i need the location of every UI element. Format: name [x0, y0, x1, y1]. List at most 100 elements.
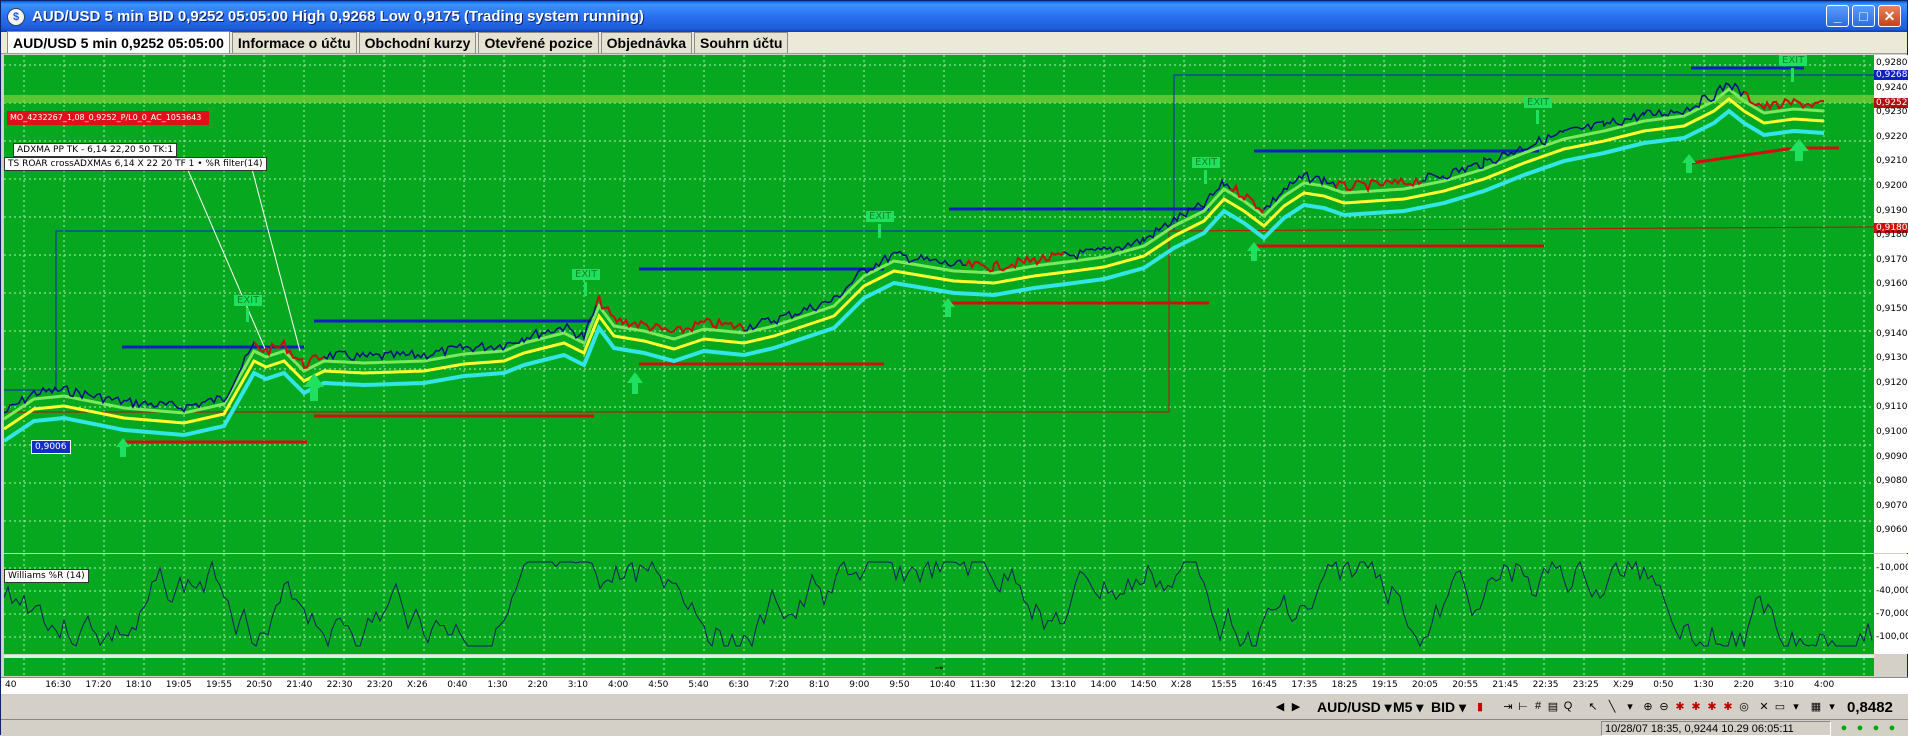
tab-orders[interactable]: Objednávka: [600, 32, 692, 53]
dropdown-icon[interactable]: ▾: [1825, 699, 1839, 713]
exit-signal-label: EXIT: [1524, 97, 1553, 108]
navigator-strip[interactable]: ⊸: [4, 655, 1874, 676]
tab-trading-rates[interactable]: Obchodní kurzy: [358, 32, 477, 53]
timeframe-select[interactable]: M5 ▾: [1393, 698, 1423, 716]
time-axis-label: 20:05: [1412, 680, 1438, 690]
osc-level-label: -10,000: [1876, 563, 1908, 573]
time-axis-label: 6:30: [728, 680, 749, 690]
osc-level-label: -100,00: [1876, 632, 1908, 642]
williams-r-panel[interactable]: Williams %R (14): [4, 554, 1874, 654]
price-axis-label: 0,9240: [1876, 82, 1908, 93]
time-axis-label: 14:00: [1090, 680, 1117, 690]
time-axis-label: 1:30: [487, 680, 508, 690]
scroll-right-icon[interactable]: ▶: [1289, 699, 1303, 713]
price-axis-label: 0,9150: [1876, 304, 1908, 314]
time-axis-label: X:29: [1613, 680, 1634, 690]
grid-icon[interactable]: #: [1531, 699, 1545, 713]
dropdown-icon: ▾: [1380, 698, 1392, 715]
price-chart[interactable]: MO_4232267_1,08_0,9252_P/L0_0_AC_1053643…: [4, 55, 1874, 553]
time-axis-label: 0:40: [447, 680, 468, 690]
tab-account-summary[interactable]: Souhrn účtu: [694, 32, 789, 53]
moving-average-cyan: [4, 108, 1825, 443]
time-axis-label: 4:00: [608, 680, 629, 690]
time-axis-label: 22:30: [326, 680, 353, 690]
time-axis-label: 20:55: [1452, 680, 1479, 690]
time-axis-label: 13:10: [1050, 680, 1077, 690]
dropdown-icon[interactable]: ▾: [1789, 699, 1803, 713]
layout-icon[interactable]: ▦: [1809, 699, 1823, 713]
chart-type-icon[interactable]: ▮: [1473, 699, 1487, 713]
time-axis-label: 23:25: [1572, 680, 1599, 690]
tab-open-positions[interactable]: Otevřené pozice: [478, 32, 599, 53]
zoom-in-icon[interactable]: ⊕: [1641, 699, 1655, 713]
indicator-icon[interactable]: ✱: [1689, 699, 1703, 713]
cursor-icon[interactable]: ⇥: [1501, 699, 1515, 713]
time-axis-label: 18:25: [1331, 680, 1358, 690]
time-axis-label: 16:30: [45, 680, 72, 690]
dropdown-icon[interactable]: ▾: [1623, 699, 1637, 713]
exit-signal-label: EXIT: [234, 295, 263, 306]
time-axis-label: 17:35: [1291, 680, 1318, 690]
time-axis-label: 21:45: [1492, 680, 1519, 690]
time-axis-label: X:26: [407, 680, 428, 690]
maximize-button[interactable]: □: [1852, 5, 1875, 27]
current-price-display: 0,8482: [1847, 698, 1893, 716]
exit-signal-stem: [584, 282, 587, 296]
williams-r-label: Williams %R (14): [4, 569, 89, 583]
globe-icon[interactable]: ◎: [1737, 699, 1751, 713]
time-axis-label: 3:10: [1773, 680, 1795, 690]
connection-status-icon: ●: [1840, 722, 1848, 734]
query-icon[interactable]: Q: [1561, 699, 1575, 713]
time-axis-label: 0:50: [1653, 680, 1674, 690]
open-order-tag[interactable]: MO_4232267_1,08_0,9252_P/L0_0_AC_1053643: [7, 111, 209, 125]
price-axis-label: 0,9060: [1876, 525, 1908, 536]
chart-settings-icon[interactable]: ▤: [1546, 699, 1560, 713]
label-pointer-line: [251, 168, 301, 352]
zoom-out-icon[interactable]: ⊖: [1657, 699, 1671, 713]
indicator-icon[interactable]: ✱: [1673, 699, 1687, 713]
dropdown-icon: ▾: [1412, 698, 1424, 715]
dropdown-icon: ▾: [1455, 698, 1467, 715]
time-axis-label: 18:10: [125, 680, 152, 690]
symbol-select[interactable]: AUD/USD ▾: [1317, 698, 1392, 716]
tab-account-info[interactable]: Informace o účtu: [231, 32, 357, 53]
williams-r-canvas[interactable]: [4, 554, 1874, 654]
time-axis-label: 22:35: [1532, 680, 1559, 690]
indicator-icon[interactable]: ✱: [1721, 699, 1735, 713]
buy-arrow: [1789, 139, 1809, 161]
crosshair-icon[interactable]: ⊢: [1516, 699, 1530, 713]
price-signal-segment: [1229, 183, 1265, 214]
price-axis-label: 0,9160: [1876, 279, 1908, 290]
pointer-icon[interactable]: ↖: [1586, 699, 1600, 713]
price-side-select-value: BID: [1431, 699, 1456, 715]
indicator-label-adxma[interactable]: ADXMA PP TK - 6,14 22,20 50 TK:1: [13, 143, 178, 157]
time-axis-label: 23:20: [366, 680, 393, 690]
tab-chart[interactable]: AUD/USD 5 min 0,9252 05:05:00: [7, 31, 230, 53]
time-axis-label: 19:15: [1371, 680, 1398, 690]
price-axis-label: 0,9140: [1876, 328, 1908, 339]
scroll-grip[interactable]: ⊸: [935, 663, 943, 674]
label-pointer-line: [183, 160, 267, 352]
time-axis-label: 20:50: [246, 680, 273, 690]
close-button[interactable]: ✕: [1878, 5, 1901, 27]
price-side-select[interactable]: BID ▾: [1431, 698, 1466, 716]
line-tool-icon[interactable]: ╲: [1605, 699, 1619, 713]
buy-arrow: [304, 373, 324, 401]
properties-icon[interactable]: ▭: [1773, 699, 1787, 713]
time-axis-label: 15:55: [1211, 680, 1237, 690]
support-line: [1690, 146, 1795, 165]
price-axis-label: 0,9190: [1876, 205, 1908, 216]
scroll-left-icon[interactable]: ◀: [1273, 699, 1287, 713]
minimize-button[interactable]: _: [1826, 5, 1849, 27]
price-axis: 0,9268 0,9252 0,9180 0,9280 0,9240 0,9230 0…: [1874, 55, 1908, 553]
connection-status-icon: ●: [1872, 722, 1880, 734]
indicator-icon[interactable]: ✱: [1705, 699, 1719, 713]
delete-icon[interactable]: ✕: [1757, 699, 1771, 713]
chart-toolbar: ◀ ▶ AUD/USD ▾ M5 ▾ BID ▾ ▮ ⇥ ⊢ # ▤ Q ↖ ╲…: [1, 693, 1908, 719]
price-axis-label: 0,9230: [1876, 107, 1908, 118]
time-axis-label: 1:30: [1693, 680, 1714, 690]
time-axis-label: 16:45: [1251, 680, 1278, 690]
indicator-label-ts-roar[interactable]: TS ROAR crossADXMAs 6,14 X 22 20 TF 1 • …: [4, 157, 267, 171]
price-chart-canvas[interactable]: [4, 55, 1874, 553]
price-axis-label: 0,9100: [1876, 427, 1908, 437]
